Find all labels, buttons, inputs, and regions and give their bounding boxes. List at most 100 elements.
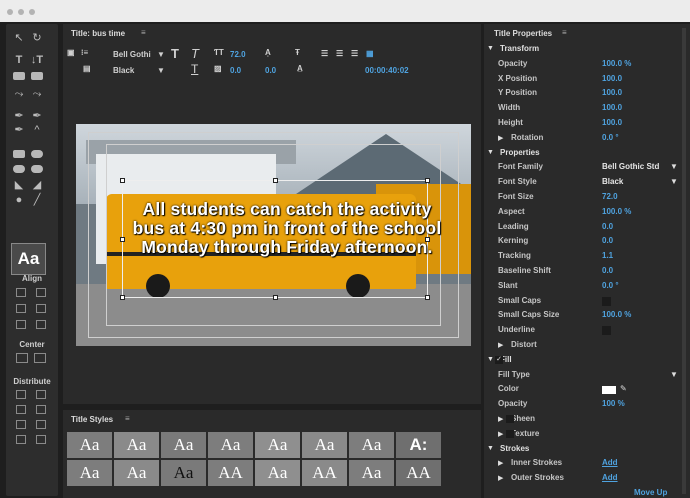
title-style-swatch[interactable]: Aa — [161, 432, 207, 458]
title-canvas[interactable]: All students can catch the activity bus … — [76, 124, 471, 346]
property-row[interactable]: Tracking 1.1 — [484, 251, 690, 265]
property-value[interactable]: 0.0 ° — [602, 281, 619, 290]
rounded-rectangle-tool-icon[interactable] — [31, 150, 43, 158]
align-left-text-icon[interactable]: ☰ — [321, 49, 328, 58]
dropdown-arrow-icon[interactable]: ▼ — [670, 162, 678, 171]
property-row[interactable]: ▶ Sheen — [484, 414, 690, 428]
property-row[interactable]: Font Style Black ▼ — [484, 177, 690, 191]
property-row[interactable]: Font Size 72.0 — [484, 192, 690, 206]
rotation-tool-icon[interactable]: ↻ — [30, 32, 44, 44]
resize-handle[interactable] — [425, 295, 430, 300]
property-value[interactable]: Add — [602, 473, 618, 482]
title-style-swatch[interactable]: Aa — [161, 460, 207, 486]
align-bottom-icon[interactable] — [36, 320, 46, 329]
title-style-swatch[interactable]: Aa — [114, 432, 160, 458]
text-preview-swatch[interactable]: Aa — [11, 243, 46, 275]
property-row[interactable]: Aspect 100.0 % — [484, 207, 690, 221]
properties-menu-icon[interactable]: ≡ — [562, 28, 567, 37]
rectangle-tool-icon[interactable] — [13, 150, 25, 158]
panel-menu-icon[interactable]: ≡ — [141, 28, 146, 37]
leading-value[interactable]: 0.0 — [265, 66, 276, 75]
property-row[interactable]: X Position 100.0 — [484, 74, 690, 88]
property-checkbox[interactable]: ✓ — [495, 355, 503, 364]
font-style-select[interactable]: Black — [113, 66, 134, 75]
roll-crawl-icon[interactable]: ⁝≡ — [81, 48, 88, 57]
property-row[interactable]: ▶ Texture — [484, 429, 690, 443]
resize-handle[interactable] — [425, 178, 430, 183]
center-vertical-icon[interactable] — [34, 353, 46, 363]
title-style-swatch[interactable]: Aa — [114, 460, 160, 486]
align-right-icon[interactable] — [16, 320, 26, 329]
property-row[interactable]: Height 100.0 — [484, 118, 690, 132]
close-window-dot[interactable] — [7, 9, 13, 15]
dropdown-arrow-icon[interactable]: ▼ — [670, 370, 678, 379]
area-type-tool-icon[interactable] — [13, 72, 25, 80]
distribute-center-v-icon[interactable] — [36, 405, 46, 414]
type-tool-icon[interactable]: T — [12, 54, 26, 66]
rounded-corner-tool-icon[interactable] — [31, 165, 43, 173]
property-value[interactable]: 0.0 ° — [602, 133, 619, 142]
resize-handle[interactable] — [273, 295, 278, 300]
fill-color-swatch[interactable] — [602, 386, 616, 395]
distribute-horizontal-icon[interactable] — [16, 435, 26, 444]
property-value[interactable]: 100.0 % — [602, 59, 631, 68]
title-style-swatch[interactable]: AA — [396, 460, 442, 486]
resize-handle[interactable] — [120, 237, 125, 242]
path-type-tool-icon[interactable]: ⤳ — [12, 88, 26, 100]
expand-triangle-icon[interactable]: ▼ — [487, 445, 494, 452]
property-value[interactable]: 100.0 — [602, 74, 622, 83]
title-style-swatch[interactable]: Aa — [255, 460, 301, 486]
expand-triangle-icon[interactable]: ▼ — [487, 45, 494, 52]
expand-triangle-icon[interactable]: ▼ — [487, 356, 494, 363]
align-right-text-icon[interactable]: ☰ — [351, 49, 358, 58]
property-row[interactable]: ▶ Inner Strokes Add — [484, 458, 690, 472]
align-left-icon[interactable] — [16, 288, 26, 297]
kerning-value[interactable]: 0.0 — [230, 66, 241, 75]
expand-triangle-icon[interactable]: ▶ — [498, 415, 503, 423]
center-horizontal-icon[interactable] — [16, 353, 28, 363]
expand-triangle-icon[interactable]: ▼ — [487, 149, 494, 156]
property-row[interactable]: Small Caps — [484, 296, 690, 310]
convert-anchor-tool-icon[interactable]: ^ — [30, 124, 44, 136]
property-value[interactable]: 1.1 — [602, 251, 613, 260]
property-value[interactable]: 0.0 — [602, 236, 613, 245]
property-row[interactable]: Opacity 100 % — [484, 399, 690, 413]
title-style-swatch[interactable]: AA — [302, 460, 348, 486]
property-value[interactable]: 100.0 — [602, 118, 622, 127]
property-row[interactable]: ▼ Properties — [484, 148, 690, 162]
title-style-swatch[interactable]: Aa — [349, 432, 395, 458]
property-checkbox[interactable] — [602, 296, 611, 306]
property-row[interactable]: Opacity 100.0 % — [484, 59, 690, 73]
align-center-text-icon[interactable]: ☰ — [336, 49, 343, 58]
expand-triangle-icon[interactable]: ▶ — [498, 341, 503, 349]
align-top-icon[interactable] — [36, 288, 46, 297]
property-value[interactable]: 100.0 — [602, 88, 622, 97]
property-row[interactable]: Slant 0.0 ° — [484, 281, 690, 295]
property-row[interactable]: Kerning 0.0 — [484, 236, 690, 250]
title-style-swatch[interactable]: AA — [208, 460, 254, 486]
property-value[interactable]: Add — [602, 458, 618, 467]
property-row[interactable]: Font Family Bell Gothic Std ▼ — [484, 162, 690, 176]
show-video-icon[interactable]: ▦ — [366, 49, 374, 58]
selection-tool-icon[interactable]: ↖ — [12, 32, 26, 44]
title-style-swatch[interactable]: Aa — [302, 432, 348, 458]
property-row[interactable]: ▶ Distort — [484, 340, 690, 354]
property-row[interactable]: ▶ Outer Strokes Add — [484, 473, 690, 487]
distribute-top-icon[interactable] — [36, 390, 46, 399]
property-row[interactable]: Y Position 100.0 — [484, 88, 690, 102]
font-family-dropdown-icon[interactable]: ▼ — [157, 50, 165, 59]
property-value[interactable]: 72.0 — [602, 192, 618, 201]
property-checkbox[interactable] — [506, 429, 514, 438]
minimize-window-dot[interactable] — [18, 9, 24, 15]
property-value[interactable]: 100 % — [602, 399, 625, 408]
property-row[interactable]: Color ✎ — [484, 384, 690, 398]
title-style-swatch[interactable]: Aa — [67, 460, 113, 486]
distribute-center-h-icon[interactable] — [16, 405, 26, 414]
timecode-value[interactable]: 00:00:40:02 — [365, 66, 409, 75]
eyedropper-icon[interactable]: ✎ — [620, 384, 627, 393]
property-value[interactable]: 0.0 — [602, 222, 613, 231]
expand-triangle-icon[interactable]: ▶ — [498, 459, 503, 467]
align-center-v-icon[interactable] — [36, 304, 46, 313]
title-style-swatch[interactable]: Aa — [255, 432, 301, 458]
arc-tool-icon[interactable]: ◢ — [30, 179, 44, 191]
